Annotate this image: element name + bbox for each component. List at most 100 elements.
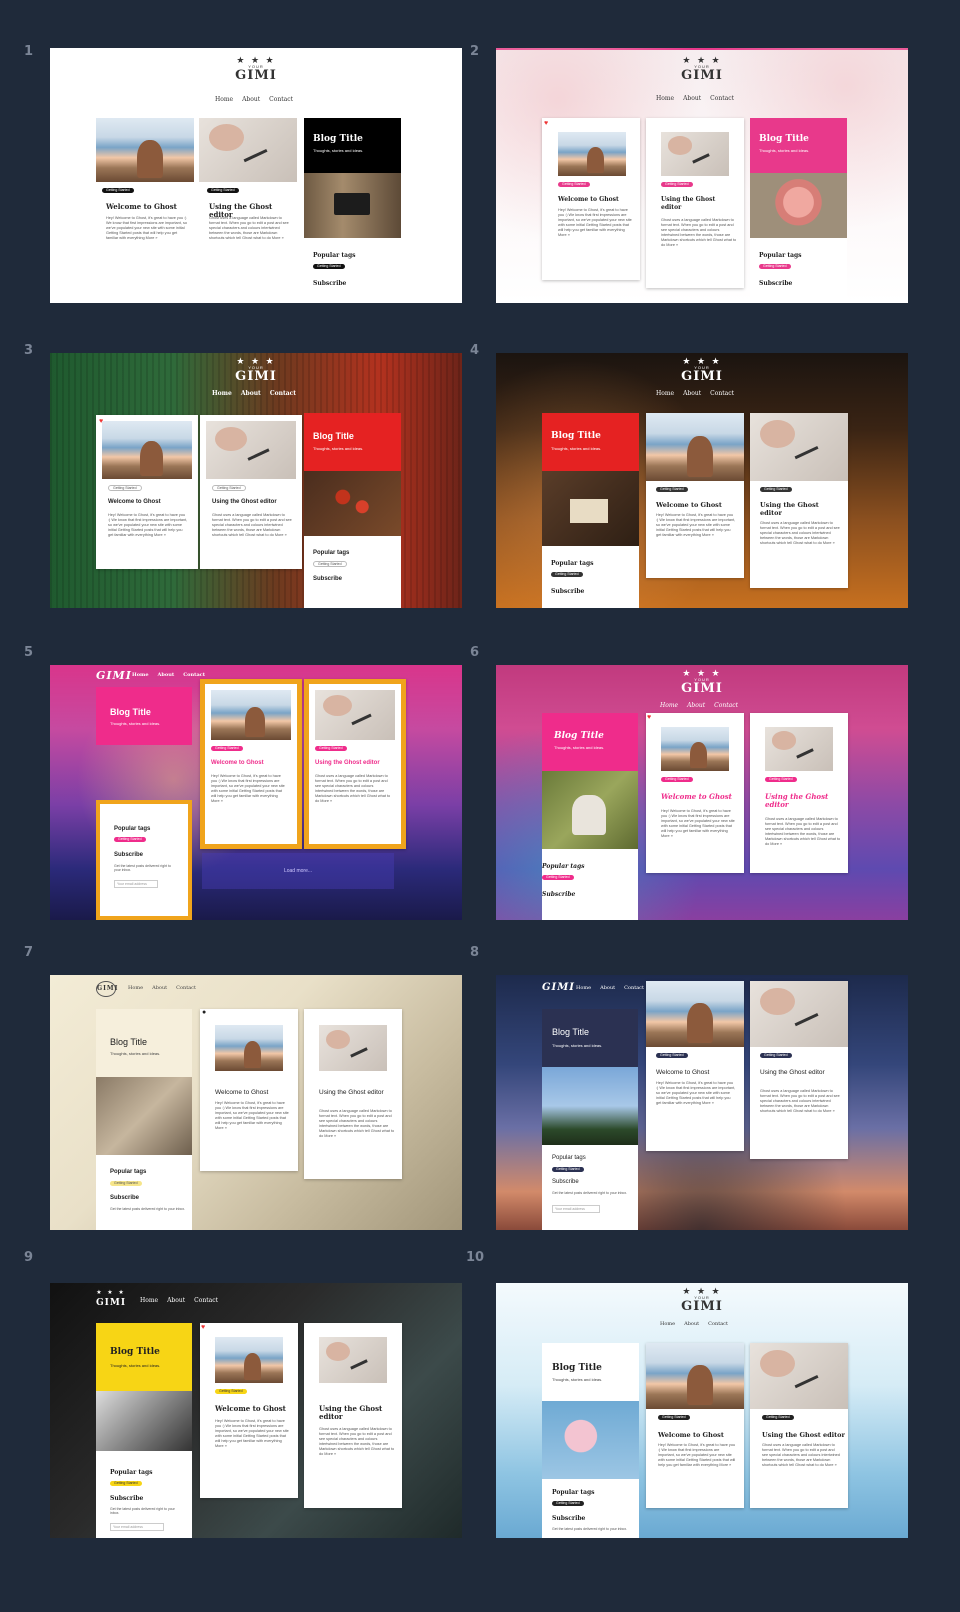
post-image[interactable]: [211, 690, 291, 740]
post-card[interactable]: Getting Started Using the Ghost editor G…: [646, 118, 744, 288]
theme-preview-9[interactable]: ★ ★ ★ GIMI Home About Contact Blog Title…: [50, 1283, 462, 1538]
tag-badge[interactable]: Getting Started: [108, 485, 142, 491]
post-image[interactable]: [319, 1025, 387, 1071]
post-image[interactable]: [646, 413, 744, 481]
post-image[interactable]: [558, 132, 626, 176]
theme-preview-3[interactable]: ★ ★ ★ YOUR GIMI Home About Contact ♥ Get…: [50, 353, 462, 608]
post-title[interactable]: Welcome to Ghost: [215, 1405, 295, 1413]
post-title[interactable]: Using the Ghost editor: [760, 1069, 832, 1076]
post-title[interactable]: Welcome to Ghost: [656, 1069, 738, 1076]
post-image[interactable]: [646, 981, 744, 1047]
post-card[interactable]: ♥ Getting Started Welcome to Ghost Hey! …: [542, 118, 640, 280]
post-image[interactable]: [750, 1343, 848, 1409]
post-title[interactable]: Welcome to Ghost: [106, 203, 192, 211]
nav-contact[interactable]: Contact: [183, 672, 205, 678]
post-card[interactable]: Using the Ghost editor Ghost uses a lang…: [304, 1323, 402, 1508]
tag-badge[interactable]: Getting Started: [102, 188, 134, 193]
nav-about[interactable]: About: [683, 390, 701, 397]
nav-contact[interactable]: Contact: [176, 985, 196, 991]
post-title[interactable]: Welcome to Ghost: [211, 760, 291, 766]
nav-about[interactable]: About: [158, 672, 175, 678]
nav-about[interactable]: About: [242, 96, 260, 103]
post-title[interactable]: Welcome to Ghost: [661, 793, 741, 801]
nav-contact[interactable]: Contact: [269, 96, 293, 103]
post-card[interactable]: Using the Ghost editor Ghost uses a lang…: [304, 1009, 402, 1179]
post-title[interactable]: Welcome to Ghost: [656, 501, 738, 509]
post-card[interactable]: ♥ Getting Started Welcome to Ghost Hey! …: [96, 415, 198, 569]
theme-preview-7[interactable]: GIMI Home About Contact Blog Title Thoug…: [50, 975, 462, 1230]
post-title[interactable]: Welcome to Ghost: [658, 1431, 738, 1439]
post-image[interactable]: [750, 981, 848, 1047]
tag-badge[interactable]: Getting Started: [656, 487, 688, 492]
post-image[interactable]: [765, 727, 833, 771]
nav-about[interactable]: About: [684, 1321, 699, 1327]
nav-contact[interactable]: Contact: [624, 985, 644, 991]
tag-badge[interactable]: Getting Started: [558, 182, 590, 187]
load-more-button[interactable]: Load more...: [202, 853, 394, 889]
heart-icon[interactable]: ♥: [544, 120, 548, 127]
post-title[interactable]: Using the Ghost editor: [760, 501, 830, 517]
post-title[interactable]: Using the Ghost editor: [315, 760, 395, 766]
post-card[interactable]: Getting Started Using the Ghost editor G…: [750, 981, 848, 1159]
tag-badge[interactable]: Getting Started: [760, 487, 792, 492]
post-image[interactable]: [661, 727, 729, 771]
tag-badge[interactable]: Getting Started: [658, 1415, 690, 1420]
email-input[interactable]: Your email address: [552, 1205, 600, 1213]
theme-preview-10[interactable]: ★ ★ ★ YOUR GIMI Home About Contact Blog …: [496, 1283, 908, 1538]
nav-home[interactable]: Home: [660, 1321, 675, 1327]
post-title[interactable]: Using the Ghost editor: [765, 793, 835, 809]
theme-preview-6[interactable]: ★ ★ ★ YOUR GIMI Home About Contact Blog …: [496, 665, 908, 920]
tag-badge[interactable]: Getting Started: [215, 1389, 247, 1394]
heart-icon[interactable]: ♥: [201, 1324, 205, 1331]
nav-home[interactable]: Home: [140, 1297, 158, 1304]
nav-contact[interactable]: Contact: [710, 390, 734, 397]
post-card[interactable]: Getting Started Using the Ghost editor G…: [304, 679, 406, 849]
theme-preview-8[interactable]: GIMI Home About Contact Blog Title Thoug…: [496, 975, 908, 1230]
nav-about[interactable]: About: [683, 95, 701, 102]
nav-contact[interactable]: Contact: [194, 1297, 218, 1304]
post-card[interactable]: Getting Started Using the Ghost editor G…: [750, 413, 848, 588]
post-image[interactable]: [646, 1343, 744, 1409]
post-title[interactable]: Welcome to Ghost: [108, 499, 190, 505]
post-card[interactable]: ♥ Getting Started Welcome to Ghost Hey! …: [646, 1343, 744, 1508]
theme-preview-2[interactable]: ★ ★ ★ YOUR GIMI Home About Contact ♥ Get…: [496, 48, 908, 303]
post-image[interactable]: [215, 1337, 283, 1383]
nav-about[interactable]: About: [152, 985, 167, 991]
post-card[interactable]: Getting Started Using the Ghost editor G…: [750, 1343, 848, 1508]
nav-home[interactable]: Home: [212, 390, 232, 397]
tag-badge[interactable]: Getting Started: [313, 264, 345, 269]
nav-about[interactable]: About: [241, 390, 261, 397]
post-image[interactable]: [102, 421, 192, 479]
post-image[interactable]: [315, 690, 395, 740]
nav-about[interactable]: About: [687, 702, 705, 709]
post-card[interactable]: Getting Started Using the Ghost editor G…: [200, 415, 302, 569]
nav-about[interactable]: About: [167, 1297, 185, 1304]
post-image[interactable]: [215, 1025, 283, 1071]
heart-icon[interactable]: ♥: [205, 684, 206, 687]
tag-badge[interactable]: Getting Started: [661, 182, 693, 187]
post-image[interactable]: [199, 118, 297, 182]
tag-badge[interactable]: Getting Started: [762, 1415, 794, 1420]
nav-contact[interactable]: Contact: [270, 390, 296, 397]
post-title[interactable]: Welcome to Ghost: [215, 1089, 295, 1096]
post-card[interactable]: ● Getting Started Welcome to Ghost Hey! …: [96, 118, 194, 303]
tag-badge[interactable]: Getting Started: [212, 485, 246, 491]
tag-badge[interactable]: Getting Started: [661, 777, 693, 782]
post-title[interactable]: Using the Ghost editor: [212, 499, 294, 505]
nav-home[interactable]: Home: [576, 985, 591, 991]
email-input[interactable]: Your email address: [114, 880, 158, 888]
heart-icon[interactable]: ♥: [647, 714, 651, 721]
tag-badge[interactable]: Getting Started: [211, 746, 243, 751]
post-card[interactable]: ♥ Getting Started Welcome to Ghost Hey! …: [200, 1323, 298, 1498]
tag-badge[interactable]: Getting Started: [760, 1053, 792, 1058]
theme-preview-1[interactable]: ★ ★ ★ YOUR GIMI Home About Contact ● Get…: [50, 48, 462, 303]
nav-home[interactable]: Home: [128, 985, 143, 991]
post-image[interactable]: [319, 1337, 387, 1383]
nav-about[interactable]: About: [600, 985, 615, 991]
post-card[interactable]: ♥ Getting Started Welcome to Ghost Hey! …: [200, 679, 302, 849]
post-title[interactable]: Using the Ghost editor: [661, 196, 733, 212]
nav-home[interactable]: Home: [656, 390, 674, 397]
nav-home[interactable]: Home: [215, 96, 233, 103]
tag-badge[interactable]: Getting Started: [765, 777, 797, 782]
post-image[interactable]: [206, 421, 296, 479]
